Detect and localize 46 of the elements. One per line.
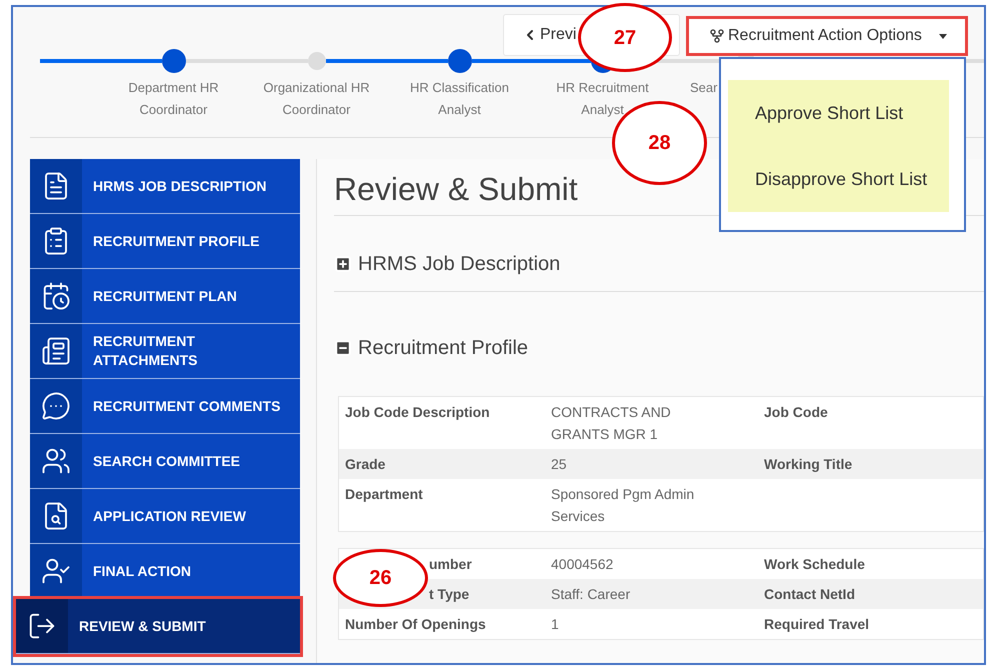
branch-icon bbox=[709, 27, 725, 45]
calendar-clock-icon bbox=[41, 281, 71, 311]
section-header[interactable]: HRMS Job Description bbox=[334, 252, 560, 276]
sidebar-item[interactable]: RECRUITMENT ATTACHMENTS bbox=[30, 324, 300, 379]
field-value: 25 bbox=[551, 456, 567, 472]
field-label: Number Of Openings bbox=[345, 616, 486, 632]
field-label: Contact NetId bbox=[764, 586, 855, 602]
sidebar-item[interactable]: REVIEW & SUBMIT bbox=[16, 599, 300, 654]
field-value: CONTRACTS AND GRANTS MGR 1 bbox=[551, 404, 671, 442]
field-label: Job Code bbox=[764, 404, 828, 420]
sidebar-item[interactable]: RECRUITMENT PROFILE bbox=[30, 214, 300, 269]
recruitment-action-options-button[interactable]: Recruitment Action Options bbox=[686, 16, 968, 56]
step-label: Department HR Coordinator bbox=[127, 79, 220, 119]
field-label: Job Code Description bbox=[345, 404, 490, 420]
sidebar-item[interactable]: RECRUITMENT COMMENTS bbox=[30, 379, 300, 434]
caret-icon bbox=[938, 34, 947, 38]
chat-bubble-icon bbox=[41, 391, 71, 421]
field-label: Working Title bbox=[764, 456, 852, 472]
section-header[interactable]: Recruitment Profile bbox=[334, 336, 528, 360]
field-value: Sponsored Pgm Admin Services bbox=[551, 486, 694, 524]
expand-icon bbox=[334, 255, 352, 273]
field-value: Staff: Career bbox=[551, 586, 630, 602]
sidebar-item[interactable]: RECRUITMENT PLAN bbox=[30, 269, 300, 324]
field-value: 1 bbox=[551, 616, 559, 632]
sidebar-item[interactable]: SEARCH COMMITTEE bbox=[30, 434, 300, 489]
field-label: Required Travel bbox=[764, 616, 870, 632]
field-label: Grade bbox=[345, 456, 386, 472]
field-value: 40004562 bbox=[551, 556, 614, 572]
newspaper-icon bbox=[41, 336, 71, 366]
people-icon bbox=[41, 446, 71, 476]
sidebar-item[interactable]: APPLICATION REVIEW bbox=[30, 489, 300, 544]
step-label: Sear bbox=[689, 79, 718, 97]
field-label: umber bbox=[429, 556, 472, 572]
person-check-icon bbox=[41, 556, 71, 586]
menu-item[interactable]: Approve Short List bbox=[728, 80, 949, 146]
page-title: Review & Submit bbox=[334, 170, 578, 209]
sidebar-item[interactable]: HRMS JOB DESCRIPTION bbox=[30, 159, 300, 214]
field-label: t Type bbox=[429, 586, 470, 602]
step-label: Organizational HR Coordinator bbox=[262, 79, 371, 119]
sidebar-item[interactable]: FINAL ACTION bbox=[30, 544, 300, 599]
menu-item[interactable]: Disapprove Short List bbox=[728, 146, 949, 212]
field-label: Work Schedule bbox=[764, 556, 865, 572]
exit-icon bbox=[27, 611, 57, 641]
field-label: Department bbox=[345, 486, 423, 502]
step-label: HR Classification Analyst bbox=[409, 79, 510, 119]
collapse-icon bbox=[334, 339, 352, 357]
